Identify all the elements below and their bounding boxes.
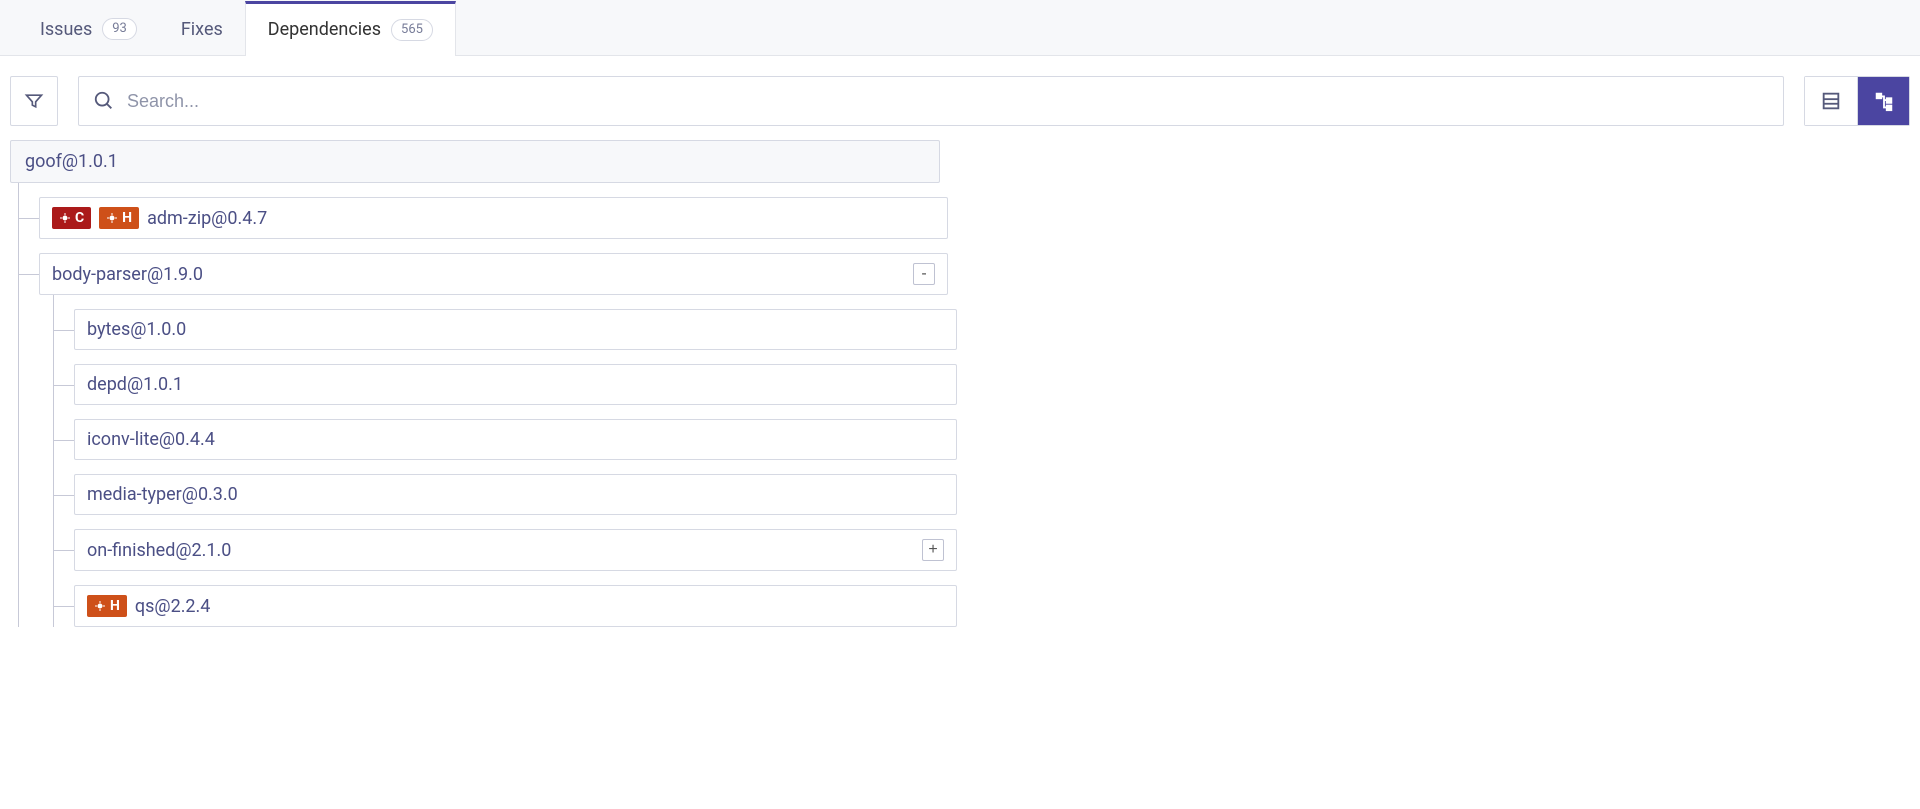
severity-badge-high: H (99, 207, 139, 229)
tree-row[interactable]: iconv-lite@0.4.4 (74, 419, 957, 460)
tab-dependencies-label: Dependencies (268, 19, 381, 40)
tab-bar: Issues 93 Fixes Dependencies 565 (0, 0, 1920, 56)
severity-badge-critical: C (52, 207, 91, 229)
severity-letter: H (110, 598, 120, 614)
expand-button[interactable]: + (922, 539, 944, 561)
view-toggle (1804, 76, 1910, 126)
severity-badge-high: H (87, 595, 127, 617)
tree-row[interactable]: on-finished@2.1.0 + (74, 529, 957, 571)
tab-issues-label: Issues (40, 19, 92, 40)
tree-level-1: C H adm-zip@0.4.7 body-parser@1.9.0 - by… (18, 183, 948, 627)
package-name: goof@1.0.1 (25, 151, 118, 172)
package-name: iconv-lite@0.4.4 (87, 429, 215, 450)
tab-fixes-label: Fixes (181, 19, 223, 40)
filter-button[interactable] (10, 76, 58, 126)
search-input[interactable] (127, 91, 1769, 112)
package-name: media-typer@0.3.0 (87, 484, 238, 505)
bug-icon (59, 212, 71, 224)
tab-issues[interactable]: Issues 93 (18, 0, 159, 55)
bug-icon (94, 600, 106, 612)
tree-root-row[interactable]: goof@1.0.1 (10, 140, 940, 183)
dependency-tree: goof@1.0.1 C H adm-zip@0.4.7 body-parser… (0, 140, 1920, 627)
package-name: on-finished@2.1.0 (87, 540, 231, 561)
tree-row[interactable]: H qs@2.2.4 (74, 585, 957, 627)
filter-icon (24, 91, 44, 111)
tab-issues-count: 93 (102, 18, 137, 40)
search-icon (93, 90, 115, 112)
view-list-button[interactable] (1805, 77, 1857, 125)
tree-level-2: bytes@1.0.0 depd@1.0.1 iconv-lite@0.4.4 … (53, 295, 957, 627)
search-box[interactable] (78, 76, 1784, 126)
package-name: bytes@1.0.0 (87, 319, 186, 340)
tab-fixes[interactable]: Fixes (159, 0, 245, 55)
package-name: depd@1.0.1 (87, 374, 183, 395)
tab-dependencies-count: 565 (391, 19, 433, 41)
tree-row[interactable]: media-typer@0.3.0 (74, 474, 957, 515)
tree-row[interactable]: depd@1.0.1 (74, 364, 957, 405)
collapse-button[interactable]: - (913, 263, 935, 285)
toolbar (0, 56, 1920, 140)
tree-row[interactable]: C H adm-zip@0.4.7 (39, 197, 948, 239)
bug-icon (106, 212, 118, 224)
list-icon (1820, 90, 1842, 112)
package-name: body-parser@1.9.0 (52, 264, 203, 285)
view-tree-button[interactable] (1857, 77, 1909, 125)
package-name: adm-zip@0.4.7 (147, 208, 267, 229)
package-name: qs@2.2.4 (135, 596, 211, 617)
tree-row[interactable]: body-parser@1.9.0 - (39, 253, 948, 295)
severity-letter: H (122, 210, 132, 226)
tree-row[interactable]: bytes@1.0.0 (74, 309, 957, 350)
severity-letter: C (75, 210, 84, 226)
tree-icon (1873, 90, 1895, 112)
tab-dependencies[interactable]: Dependencies 565 (245, 1, 456, 56)
